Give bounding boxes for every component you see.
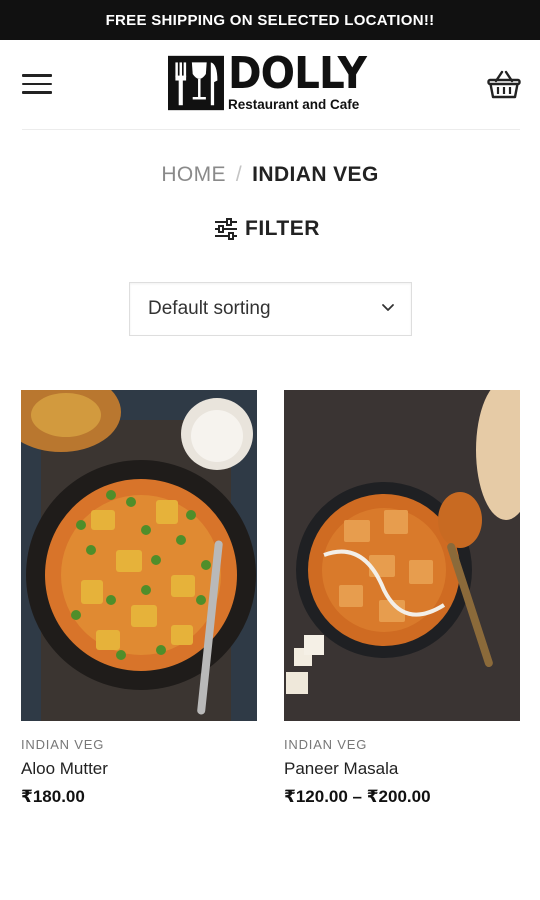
- product-card: INDIAN VEG Aloo Mutter ₹180.00: [21, 390, 257, 807]
- product-card: INDIAN VEG Paneer Masala ₹120.00 – ₹200.…: [284, 390, 520, 807]
- filter-button[interactable]: FILTER: [214, 213, 320, 245]
- sliders-icon: [215, 218, 237, 240]
- header-divider: [22, 129, 520, 130]
- breadcrumb-current: INDIAN VEG: [252, 163, 379, 186]
- basket-icon: [487, 70, 521, 99]
- logo-subtitle: Restaurant and Cafe: [227, 97, 360, 112]
- cart-button[interactable]: [487, 70, 521, 100]
- chevron-down-icon: [382, 304, 394, 311]
- product-image[interactable]: [21, 390, 257, 721]
- product-category[interactable]: INDIAN VEG: [284, 737, 520, 752]
- product-title[interactable]: Aloo Mutter: [21, 759, 257, 779]
- announcement-bar: FREE SHIPPING ON SELECTED LOCATION!!: [0, 0, 540, 40]
- product-price: ₹180.00: [21, 787, 85, 806]
- product-category[interactable]: INDIAN VEG: [21, 737, 257, 752]
- announcement-text: FREE SHIPPING ON SELECTED LOCATION!!: [105, 11, 435, 29]
- menu-button[interactable]: [22, 74, 52, 96]
- breadcrumb-home-link[interactable]: HOME: [161, 163, 226, 186]
- logo-title: DOLLY: [227, 48, 367, 99]
- product-image[interactable]: [284, 390, 520, 721]
- filter-label: FILTER: [245, 217, 320, 240]
- product-title[interactable]: Paneer Masala: [284, 759, 520, 779]
- sorting-value: Default sorting: [148, 298, 271, 319]
- breadcrumb-separator: /: [235, 163, 243, 186]
- product-price: ₹120.00 – ₹200.00: [284, 787, 431, 806]
- logo-icon: [168, 55, 224, 111]
- breadcrumb: HOME / INDIAN VEG: [0, 163, 540, 187]
- site-logo[interactable]: DOLLY Restaurant and Cafe: [168, 50, 378, 120]
- hamburger-menu-icon: [22, 74, 52, 77]
- site-header: DOLLY Restaurant and Cafe: [0, 40, 540, 130]
- sorting-select[interactable]: Default sorting: [129, 282, 412, 336]
